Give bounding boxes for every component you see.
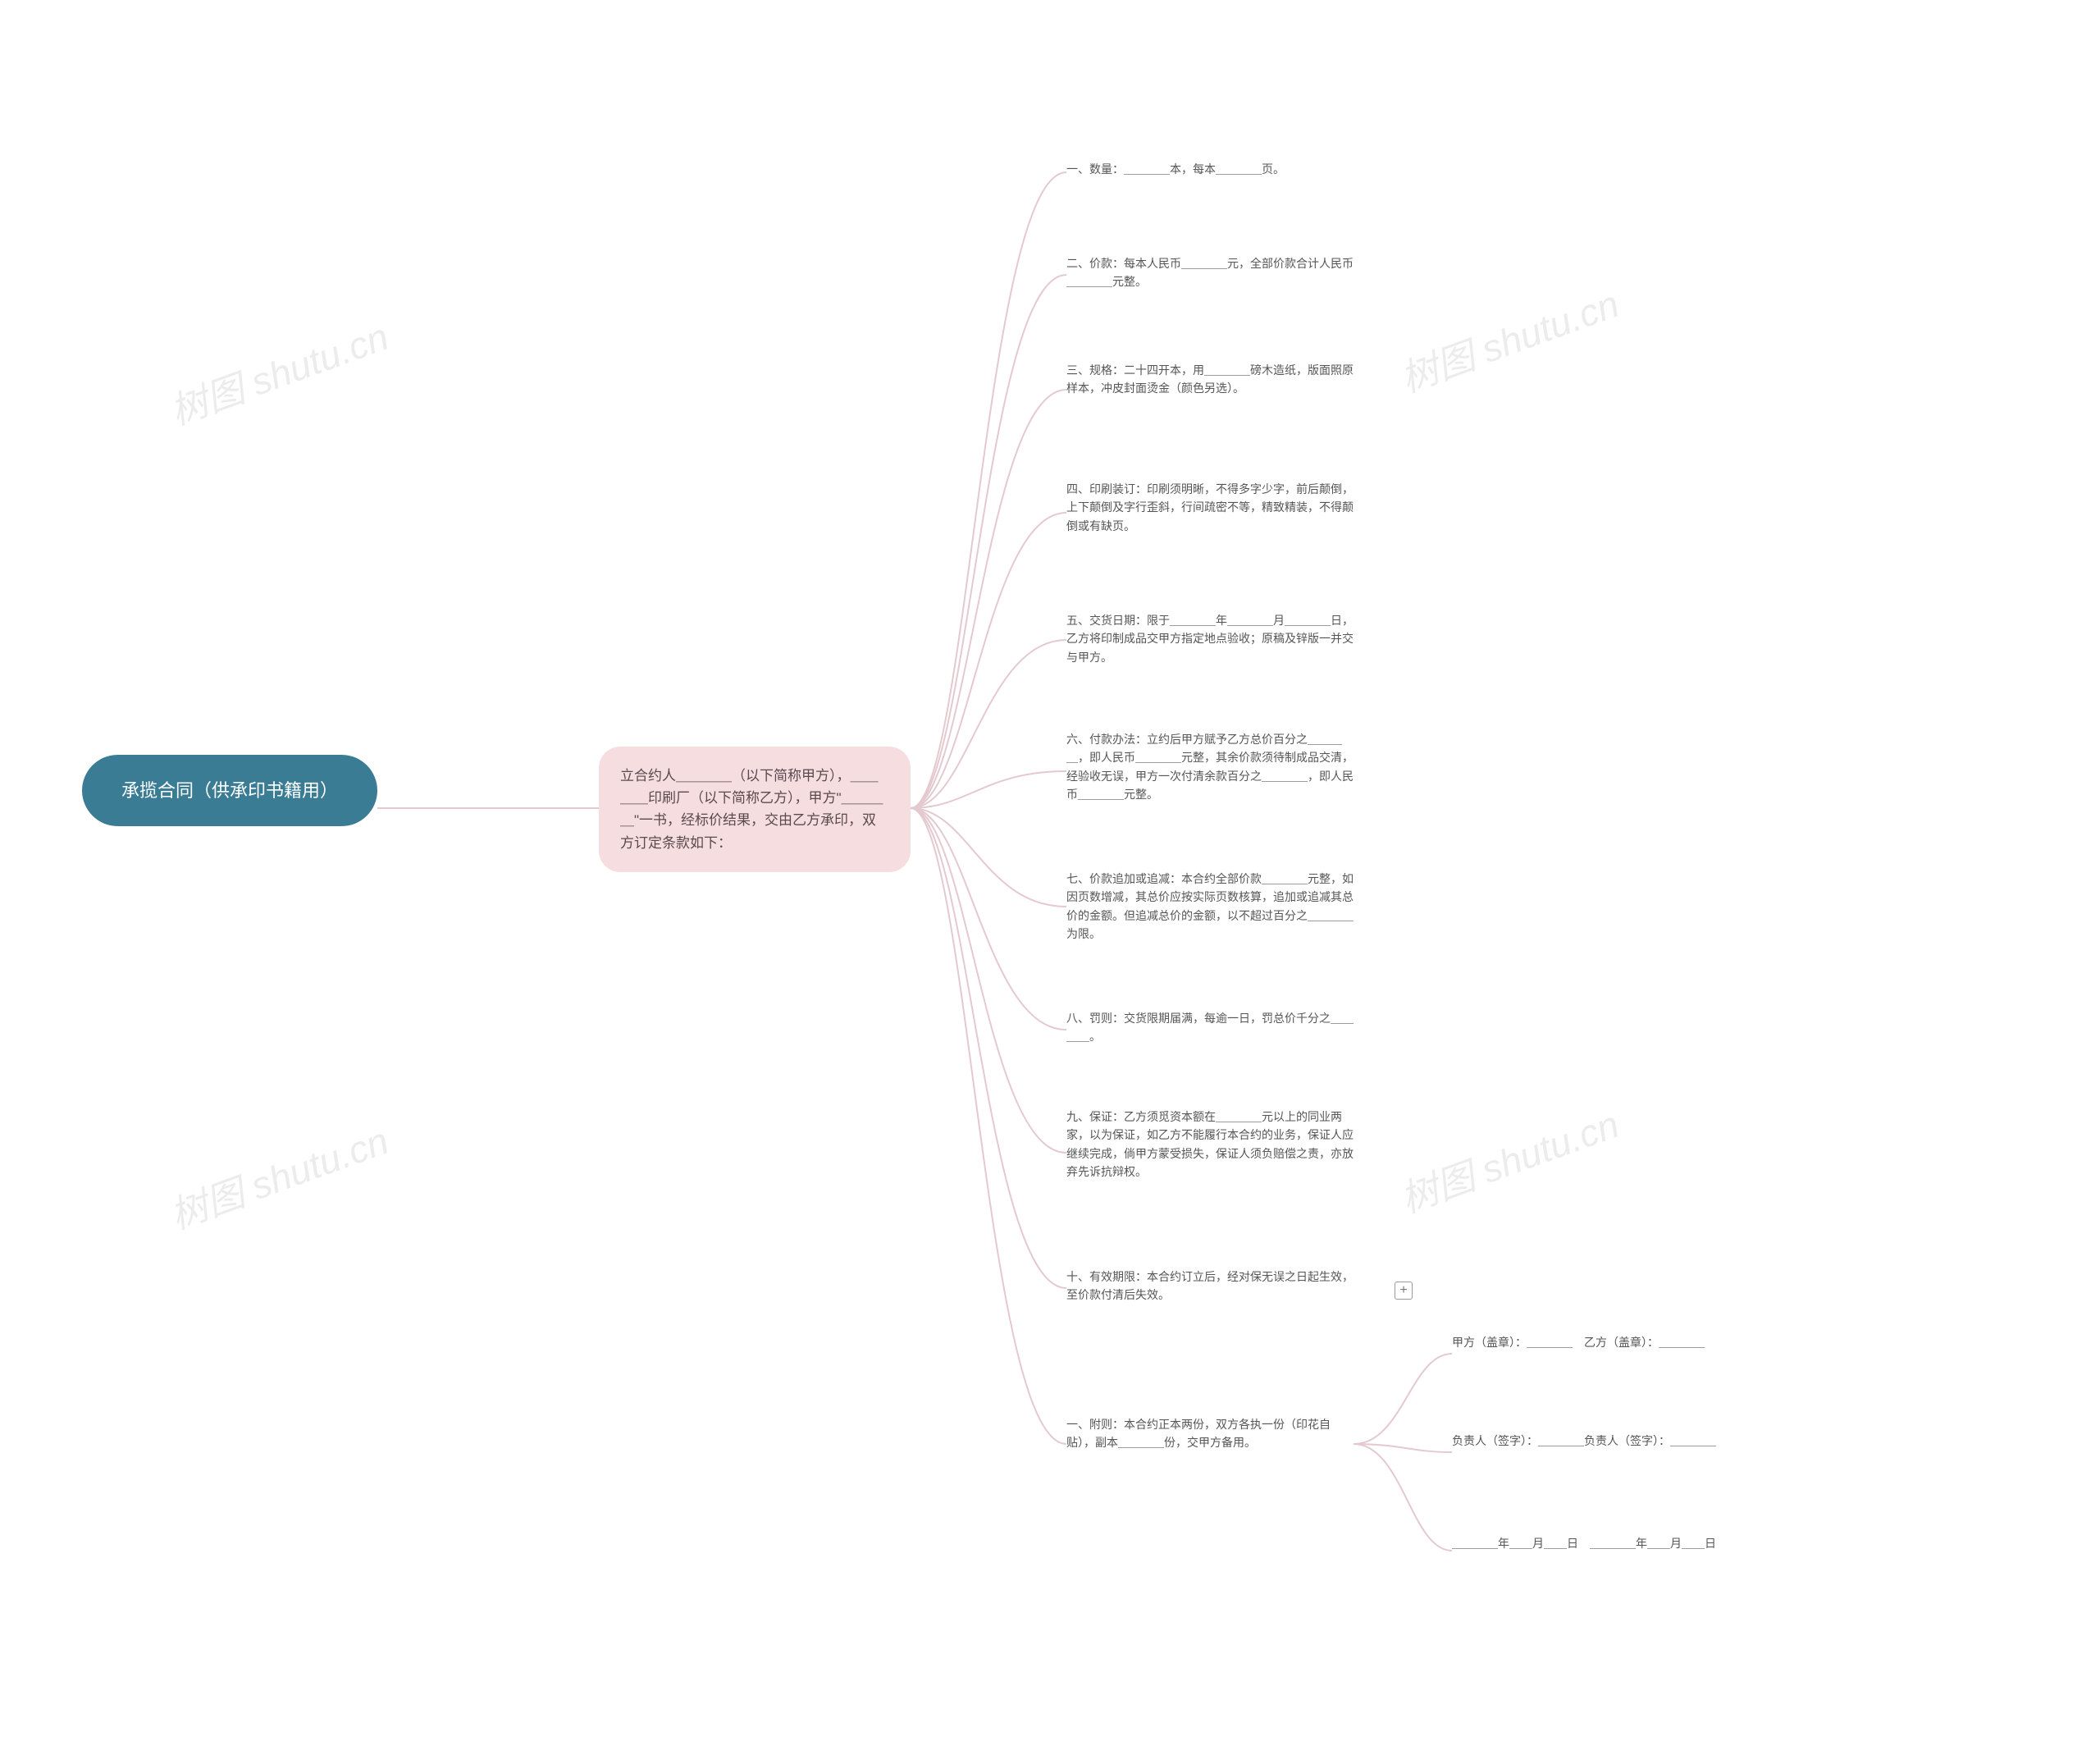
item-11[interactable]: 一、附则：本合约正本两份，双方各执一份（印花自贴），副本＿＿＿＿份，交甲方备用。 [1066, 1415, 1354, 1452]
item-4[interactable]: 四、印刷装订：印刷须明晰，不得多字少字，前后颠倒，上下颠倒及字行歪斜，行间疏密不… [1066, 480, 1354, 535]
item-10[interactable]: 十、有效期限：本合约订立后，经对保无误之日起生效，至价款付清后失效。 [1066, 1268, 1354, 1305]
root-node[interactable]: 承揽合同（供承印书籍用） [82, 755, 377, 826]
item-5[interactable]: 五、交货日期：限于＿＿＿＿年＿＿＿＿月＿＿＿＿日，乙方将印制成品交甲方指定地点验… [1066, 611, 1354, 666]
intro-node[interactable]: 立合约人＿＿＿＿（以下简称甲方），＿＿＿＿印刷厂（以下简称乙方），甲方"＿＿＿＿… [599, 747, 911, 872]
expand-icon[interactable]: + [1395, 1282, 1413, 1300]
item-9[interactable]: 九、保证：乙方须觅资本额在＿＿＿＿元以上的同业两家，以为保证，如乙方不能履行本合… [1066, 1108, 1354, 1181]
item-8[interactable]: 八、罚则：交货限期届满，每逾一日，罚总价千分之＿＿＿＿。 [1066, 1009, 1354, 1046]
leaf-date[interactable]: ＿＿＿＿年＿＿月＿＿日 ＿＿＿＿年＿＿月＿＿日 [1452, 1534, 1739, 1552]
leaf-seal[interactable]: 甲方（盖章）：＿＿＿＿ 乙方（盖章）：＿＿＿＿ [1452, 1333, 1739, 1351]
item-1[interactable]: 一、数量：＿＿＿＿本，每本＿＿＿＿页。 [1066, 160, 1354, 178]
item-3[interactable]: 三、规格：二十四开本，用＿＿＿＿磅木造纸，版面照原样本，冲皮封面烫金（颜色另选）… [1066, 361, 1354, 398]
item-7[interactable]: 七、价款追加或追减：本合约全部价款＿＿＿＿元整，如因页数增减，其总价应按实际页数… [1066, 870, 1354, 944]
item-6[interactable]: 六、付款办法：立约后甲方赋予乙方总价百分之＿＿＿＿，即人民币＿＿＿＿元整，其余价… [1066, 730, 1354, 804]
item-2[interactable]: 二、价款：每本人民币＿＿＿＿元，全部价款合计人民币＿＿＿＿元整。 [1066, 254, 1354, 291]
leaf-sign[interactable]: 负责人（签字）：＿＿＿＿负责人（签字）：＿＿＿＿ [1452, 1432, 1739, 1450]
edge-layer [0, 0, 2100, 1750]
